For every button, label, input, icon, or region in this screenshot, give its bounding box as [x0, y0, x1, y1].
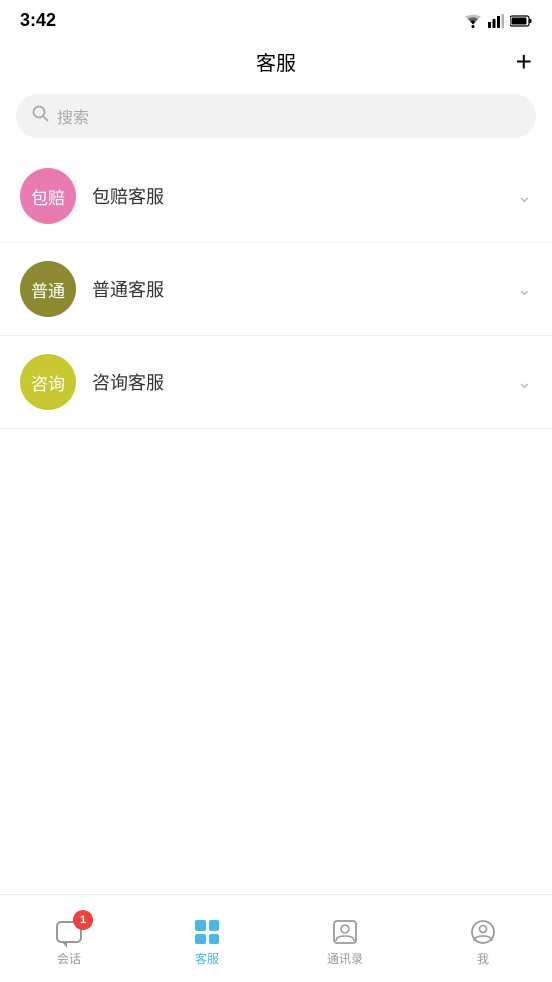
item-label-baopei: 包赔客服 [92, 183, 509, 209]
list-item-putong[interactable]: 普通 普通客服 ⌄ [0, 243, 552, 336]
add-button[interactable]: + [516, 46, 532, 78]
page-title: 客服 [256, 47, 296, 76]
list-container: 包赔 包赔客服 ⌄ 普通 普通客服 ⌄ 咨询 咨询客服 ⌄ [0, 150, 552, 429]
avatar-baopei: 包赔 [20, 168, 76, 224]
status-bar: 3:42 [0, 0, 552, 37]
service-icon-wrap [193, 918, 221, 946]
wifi-icon [464, 14, 482, 28]
contacts-icon [332, 919, 358, 945]
nav-item-contacts[interactable]: 通讯录 [276, 910, 414, 967]
nav-item-service[interactable]: 客服 [138, 910, 276, 967]
me-icon-wrap [469, 918, 497, 946]
item-label-zixun: 咨询客服 [92, 369, 509, 395]
battery-icon [510, 15, 532, 27]
search-bar[interactable]: 搜索 [16, 94, 536, 138]
nav-label-service: 客服 [195, 950, 219, 967]
chat-icon-wrap: 1 [55, 918, 83, 946]
status-icons [464, 14, 532, 28]
search-icon [32, 105, 49, 127]
nav-label-me: 我 [477, 950, 489, 967]
search-placeholder: 搜索 [57, 104, 89, 128]
chat-badge: 1 [73, 910, 93, 930]
list-item-baopei[interactable]: 包赔 包赔客服 ⌄ [0, 150, 552, 243]
chevron-icon-putong: ⌄ [517, 279, 532, 300]
avatar-putong: 普通 [20, 261, 76, 317]
nav-item-me[interactable]: 我 [414, 910, 552, 967]
status-time: 3:42 [20, 10, 56, 31]
signal-icon [488, 14, 504, 28]
me-icon [470, 919, 496, 945]
chevron-icon-zixun: ⌄ [517, 372, 532, 393]
avatar-zixun: 咨询 [20, 354, 76, 410]
nav-label-chat: 会话 [57, 950, 81, 967]
bottom-nav: 1 会话 客服 通讯录 [0, 894, 552, 982]
item-label-putong: 普通客服 [92, 276, 509, 302]
nav-item-chat[interactable]: 1 会话 [0, 910, 138, 967]
chevron-icon-baopei: ⌄ [517, 186, 532, 207]
nav-label-contacts: 通讯录 [327, 950, 363, 967]
list-item-zixun[interactable]: 咨询 咨询客服 ⌄ [0, 336, 552, 429]
search-container: 搜索 [0, 86, 552, 150]
contacts-icon-wrap [331, 918, 359, 946]
grid-icon [195, 920, 219, 944]
header: 客服 + [0, 37, 552, 86]
